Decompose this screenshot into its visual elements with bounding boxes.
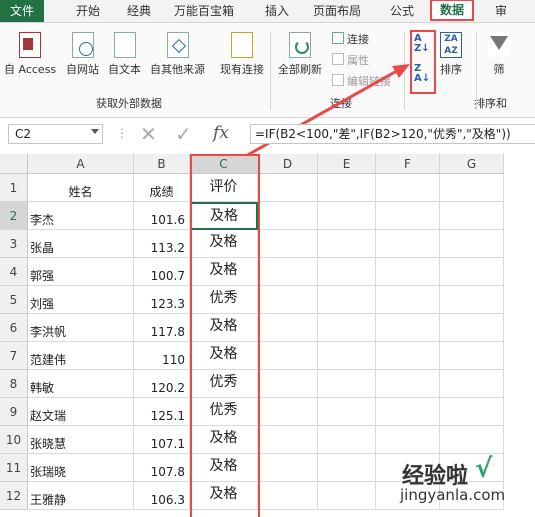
empty-cell[interactable] <box>440 426 504 454</box>
table-cell-name[interactable]: 王雅静 <box>28 482 134 510</box>
empty-cell[interactable] <box>258 398 318 426</box>
empty-cell[interactable] <box>440 314 504 342</box>
empty-cell[interactable] <box>440 286 504 314</box>
row-header[interactable]: 9 <box>0 398 28 426</box>
name-box[interactable]: C2 <box>8 124 103 144</box>
empty-cell[interactable] <box>318 370 376 398</box>
column-header-d[interactable]: D <box>258 154 318 174</box>
row-header[interactable]: 11 <box>0 454 28 482</box>
empty-cell[interactable] <box>318 426 376 454</box>
table-cell-name[interactable]: 张晶 <box>28 230 134 258</box>
empty-cell[interactable] <box>318 398 376 426</box>
row-header[interactable]: 5 <box>0 286 28 314</box>
empty-cell[interactable] <box>376 258 440 286</box>
empty-cell[interactable] <box>258 202 318 230</box>
table-cell-name[interactable]: 范建伟 <box>28 342 134 370</box>
empty-cell[interactable] <box>318 342 376 370</box>
table-cell-score[interactable]: 100.7 <box>134 258 190 286</box>
table-cell-name[interactable]: 李洪帆 <box>28 314 134 342</box>
empty-cell[interactable] <box>318 482 376 510</box>
empty-cell[interactable] <box>258 342 318 370</box>
empty-cell[interactable] <box>318 230 376 258</box>
empty-cell[interactable] <box>376 370 440 398</box>
name-box-dropdown-icon[interactable] <box>91 129 99 134</box>
table-cell-score[interactable]: 117.8 <box>134 314 190 342</box>
table-cell-score[interactable]: 125.1 <box>134 398 190 426</box>
watermark-check-icon: √ <box>475 454 493 484</box>
row-header[interactable]: 12 <box>0 482 28 510</box>
cancel-icon[interactable]: ✕ <box>140 122 157 146</box>
table-cell-name[interactable]: 张瑞晓 <box>28 454 134 482</box>
empty-cell[interactable] <box>440 398 504 426</box>
empty-cell[interactable] <box>258 174 318 202</box>
header-score-cell[interactable]: 成绩 <box>134 174 190 202</box>
column-header-g[interactable]: G <box>440 154 504 174</box>
empty-cell[interactable] <box>376 342 440 370</box>
empty-cell[interactable] <box>440 202 504 230</box>
empty-cell[interactable] <box>376 174 440 202</box>
row-header[interactable]: 8 <box>0 370 28 398</box>
empty-cell[interactable] <box>258 370 318 398</box>
row-header[interactable]: 1 <box>0 174 28 202</box>
empty-cell[interactable] <box>258 482 318 510</box>
empty-cell[interactable] <box>258 426 318 454</box>
empty-cell[interactable] <box>376 314 440 342</box>
enter-check-icon[interactable]: ✓ <box>175 122 192 146</box>
empty-cell[interactable] <box>258 286 318 314</box>
row-header[interactable]: 3 <box>0 230 28 258</box>
table-cell-score[interactable]: 107.1 <box>134 426 190 454</box>
table-cell-score[interactable]: 120.2 <box>134 370 190 398</box>
header-name-cell[interactable]: 姓名 <box>28 174 134 202</box>
insert-function-icon[interactable]: fx <box>213 123 229 143</box>
table-cell-name[interactable]: 李杰 <box>28 202 134 230</box>
empty-cell[interactable] <box>318 314 376 342</box>
empty-cell[interactable] <box>258 454 318 482</box>
empty-cell[interactable] <box>318 286 376 314</box>
table-cell-score[interactable]: 107.8 <box>134 454 190 482</box>
empty-cell[interactable] <box>440 258 504 286</box>
table-cell-score[interactable]: 110 <box>134 342 190 370</box>
empty-cell[interactable] <box>318 258 376 286</box>
empty-cell[interactable] <box>440 230 504 258</box>
select-all-corner[interactable] <box>0 154 28 174</box>
table-cell-name[interactable]: 张晓慧 <box>28 426 134 454</box>
column-c-highlight <box>190 154 260 517</box>
column-header-f[interactable]: F <box>376 154 440 174</box>
empty-cell[interactable] <box>376 230 440 258</box>
empty-cell[interactable] <box>376 286 440 314</box>
empty-cell[interactable] <box>376 398 440 426</box>
column-header-b[interactable]: B <box>134 154 190 174</box>
empty-cell[interactable] <box>376 202 440 230</box>
empty-cell[interactable] <box>376 426 440 454</box>
empty-cell[interactable] <box>318 202 376 230</box>
empty-cell[interactable] <box>258 258 318 286</box>
row-header[interactable]: 2 <box>0 202 28 230</box>
row-header[interactable]: 4 <box>0 258 28 286</box>
empty-cell[interactable] <box>318 454 376 482</box>
table-cell-name[interactable]: 韩敏 <box>28 370 134 398</box>
column-header-e[interactable]: E <box>318 154 376 174</box>
watermark-url: jingyanla.com <box>400 486 506 504</box>
table-cell-score[interactable]: 106.3 <box>134 482 190 510</box>
table-cell-score[interactable]: 101.6 <box>134 202 190 230</box>
empty-cell[interactable] <box>440 174 504 202</box>
empty-cell[interactable] <box>440 342 504 370</box>
row-header[interactable]: 7 <box>0 342 28 370</box>
table-cell-name[interactable]: 赵文瑞 <box>28 398 134 426</box>
row-header[interactable]: 10 <box>0 426 28 454</box>
formula-input[interactable]: =IF(B2<100,"差",IF(B2>120,"优秀","及格")) <box>250 124 535 144</box>
empty-cell[interactable] <box>258 314 318 342</box>
empty-cell[interactable] <box>318 174 376 202</box>
row-header[interactable]: 6 <box>0 314 28 342</box>
empty-cell[interactable] <box>440 370 504 398</box>
column-header-a[interactable]: A <box>28 154 134 174</box>
empty-cell[interactable] <box>258 230 318 258</box>
more-options-icon: ⋮ <box>116 126 128 140</box>
table-cell-name[interactable]: 郭强 <box>28 258 134 286</box>
table-cell-score[interactable]: 123.3 <box>134 286 190 314</box>
table-cell-name[interactable]: 刘强 <box>28 286 134 314</box>
table-cell-score[interactable]: 113.2 <box>134 230 190 258</box>
